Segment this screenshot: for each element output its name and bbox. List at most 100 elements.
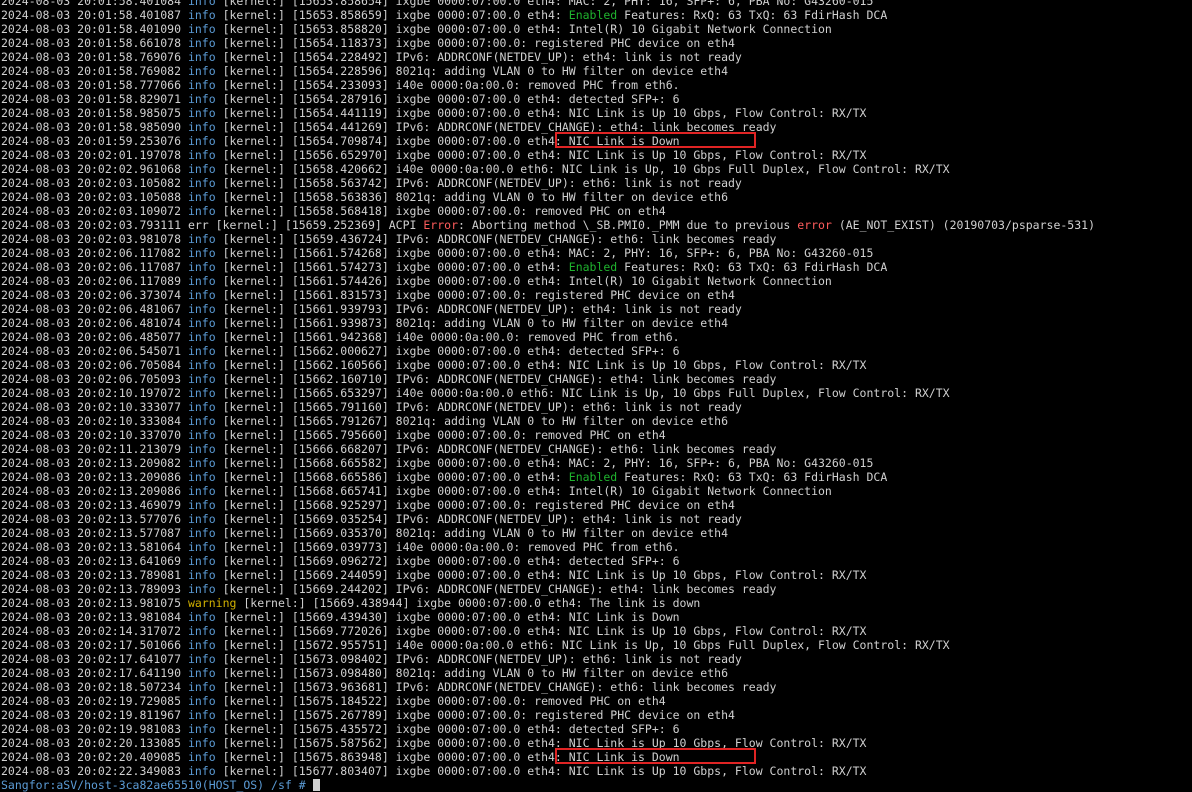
log-timestamp: 2024-08-03 20:02:20.133085: [1, 736, 182, 750]
log-message: [kernel:] [15656.652970] ixgbe 0000:07:0…: [215, 148, 867, 162]
log-level: info: [187, 736, 216, 750]
log-message: [kernel:] [15661.831573] ixgbe 0000:07:0…: [215, 288, 735, 302]
log-level: info: [187, 456, 216, 470]
log-timestamp: 2024-08-03 20:01:59.253076: [1, 134, 182, 148]
log-timestamp: 2024-08-03 20:02:03.981078: [1, 232, 182, 246]
log-level: info: [187, 568, 216, 582]
log-message: [kernel:] [15661.939873] 8021q: adding V…: [215, 316, 729, 330]
log-level: info: [187, 638, 216, 652]
log-timestamp: 2024-08-03 20:02:01.197078: [1, 148, 182, 162]
log-timestamp: 2024-08-03 20:02:19.981083: [1, 722, 182, 736]
log-level: info: [187, 722, 216, 736]
log-timestamp: 2024-08-03 20:02:18.507234: [1, 680, 182, 694]
log-line: 2024-08-03 20:02:03.981078 info [kernel:…: [1, 232, 1192, 246]
log-timestamp: 2024-08-03 20:02:06.481067: [1, 302, 182, 316]
log-level: info: [187, 484, 216, 498]
log-message: [kernel:] [15658.420662] i40e 0000:0a:00…: [215, 162, 950, 176]
log-level: info: [187, 64, 216, 78]
log-timestamp: 2024-08-03 20:02:06.545071: [1, 344, 182, 358]
log-message: [kernel:] [15672.955751] i40e 0000:0a:00…: [215, 638, 950, 652]
log-level: info: [187, 666, 216, 680]
log-message: [kernel:] [15669.438944] ixgbe 0000:07:0…: [236, 596, 701, 610]
log-timestamp: 2024-08-03 20:02:06.481074: [1, 316, 182, 330]
log-line: 2024-08-03 20:02:13.981075 warning [kern…: [1, 596, 1192, 610]
log-line: 2024-08-03 20:01:58.985090 info [kernel:…: [1, 120, 1192, 134]
log-message: [kernel:] [15658.563742] IPv6: ADDRCONF(…: [215, 176, 742, 190]
log-timestamp: 2024-08-03 20:02:06.705093: [1, 372, 182, 386]
text-cursor: [312, 779, 320, 791]
log-line: 2024-08-03 20:02:10.333084 info [kernel:…: [1, 414, 1192, 428]
log-level: info: [187, 8, 216, 22]
log-level: info: [187, 708, 216, 722]
log-message: [kernel:] [15677.803407] ixgbe 0000:07:0…: [215, 764, 867, 778]
log-timestamp: 2024-08-03 20:01:58.769082: [1, 64, 182, 78]
log-timestamp: 2024-08-03 20:01:58.661078: [1, 36, 182, 50]
log-line: 2024-08-03 20:02:06.705084 info [kernel:…: [1, 358, 1192, 372]
log-line: 2024-08-03 20:02:06.117089 info [kernel:…: [1, 274, 1192, 288]
log-timestamp: 2024-08-03 20:02:19.729085: [1, 694, 182, 708]
log-level: info: [187, 0, 216, 8]
log-line: 2024-08-03 20:02:06.373074 info [kernel:…: [1, 288, 1192, 302]
log-level: info: [187, 274, 216, 288]
log-line: 2024-08-03 20:02:01.197078 info [kernel:…: [1, 148, 1192, 162]
log-level: info: [187, 316, 216, 330]
terminal-window[interactable]: 2024-08-03 20:01:58.401084 info [kernel:…: [1, 0, 1192, 792]
log-timestamp: 2024-08-03 20:02:13.209086: [1, 484, 182, 498]
log-timestamp: 2024-08-03 20:02:13.577087: [1, 526, 182, 540]
log-timestamp: 2024-08-03 20:02:13.209082: [1, 456, 182, 470]
log-line: 2024-08-03 20:02:17.641190 info [kernel:…: [1, 666, 1192, 680]
log-line: 2024-08-03 20:02:13.981084 info [kernel:…: [1, 610, 1192, 624]
log-message: [kernel:] [15669.096272] ixgbe 0000:07:0…: [215, 554, 680, 568]
log-level: info: [187, 764, 216, 778]
log-message: [kernel:] [15653.858654] ixgbe 0000:07:0…: [215, 0, 874, 8]
log-level: info: [187, 750, 216, 764]
log-line: 2024-08-03 20:02:03.109072 info [kernel:…: [1, 204, 1192, 218]
log-message: [kernel:] [15669.244059] ixgbe 0000:07:0…: [215, 568, 867, 582]
log-message: [kernel:] [15675.184522] ixgbe 0000:07:0…: [215, 694, 666, 708]
log-message: [kernel:] [15669.035254] IPv6: ADDRCONF(…: [215, 512, 742, 526]
log-message: [kernel:] [15669.039773] i40e 0000:0a:00…: [215, 540, 680, 554]
log-message: [kernel:] [15675.587562] ixgbe 0000:07:0…: [215, 736, 867, 750]
log-message: [kernel:] [15654.233093] i40e 0000:0a:00…: [215, 78, 680, 92]
log-message: [kernel:] [15669.772026] ixgbe 0000:07:0…: [215, 624, 867, 638]
log-line: 2024-08-03 20:02:13.209086 info [kernel:…: [1, 470, 1192, 484]
log-line: 2024-08-03 20:02:10.197072 info [kernel:…: [1, 386, 1192, 400]
log-message: [kernel:] [15665.791160] IPv6: ADDRCONF(…: [215, 400, 742, 414]
log-timestamp: 2024-08-03 20:02:13.581064: [1, 540, 182, 554]
log-timestamp: 2024-08-03 20:02:06.373074: [1, 288, 182, 302]
log-line: 2024-08-03 20:01:58.769082 info [kernel:…: [1, 64, 1192, 78]
log-line: 2024-08-03 20:02:06.485077 info [kernel:…: [1, 330, 1192, 344]
log-level: info: [187, 92, 216, 106]
log-level: info: [187, 470, 216, 484]
log-line: 2024-08-03 20:02:19.729085 info [kernel:…: [1, 694, 1192, 708]
shell-prompt-line[interactable]: Sangfor:aSV/host-3ca82ae65510(HOST_OS) /…: [1, 778, 1192, 792]
log-level: info: [187, 610, 216, 624]
log-timestamp: 2024-08-03 20:02:06.117082: [1, 246, 182, 260]
log-line: 2024-08-03 20:01:59.253076 info [kernel:…: [1, 132, 1192, 148]
log-level: info: [187, 526, 216, 540]
log-level: info: [187, 50, 216, 64]
log-line: 2024-08-03 20:02:13.577076 info [kernel:…: [1, 512, 1192, 526]
log-line: 2024-08-03 20:02:22.349083 info [kernel:…: [1, 764, 1192, 778]
log-line: 2024-08-03 20:02:06.705093 info [kernel:…: [1, 372, 1192, 386]
log-message: [kernel:] [15668.665586] ixgbe 0000:07:0…: [215, 470, 569, 484]
log-timestamp: 2024-08-03 20:02:13.577076: [1, 512, 182, 526]
log-level: info: [187, 414, 216, 428]
log-error-word: error: [797, 218, 832, 232]
log-line: 2024-08-03 20:02:20.409085 info [kernel:…: [1, 748, 1192, 764]
log-line: 2024-08-03 20:02:14.317072 info [kernel:…: [1, 624, 1192, 638]
log-level: info: [187, 190, 216, 204]
log-line: 2024-08-03 20:02:03.105082 info [kernel:…: [1, 176, 1192, 190]
log-line: 2024-08-03 20:02:18.507234 info [kernel:…: [1, 680, 1192, 694]
log-timestamp: 2024-08-03 20:02:02.961068: [1, 162, 182, 176]
log-timestamp: 2024-08-03 20:02:13.209086: [1, 470, 182, 484]
log-line: 2024-08-03 20:02:06.481074 info [kernel:…: [1, 316, 1192, 330]
log-timestamp: 2024-08-03 20:02:17.641077: [1, 652, 182, 666]
log-message: [kernel:] [15669.035370] 8021q: adding V…: [215, 526, 729, 540]
log-line: 2024-08-03 20:02:10.337070 info [kernel:…: [1, 428, 1192, 442]
log-timestamp: 2024-08-03 20:02:13.641069: [1, 554, 182, 568]
log-timestamp: 2024-08-03 20:02:03.105088: [1, 190, 182, 204]
log-line: 2024-08-03 20:02:20.133085 info [kernel:…: [1, 736, 1192, 750]
log-timestamp: 2024-08-03 20:02:13.789093: [1, 582, 182, 596]
log-message: [kernel:] [15675.267789] ixgbe 0000:07:0…: [215, 708, 735, 722]
